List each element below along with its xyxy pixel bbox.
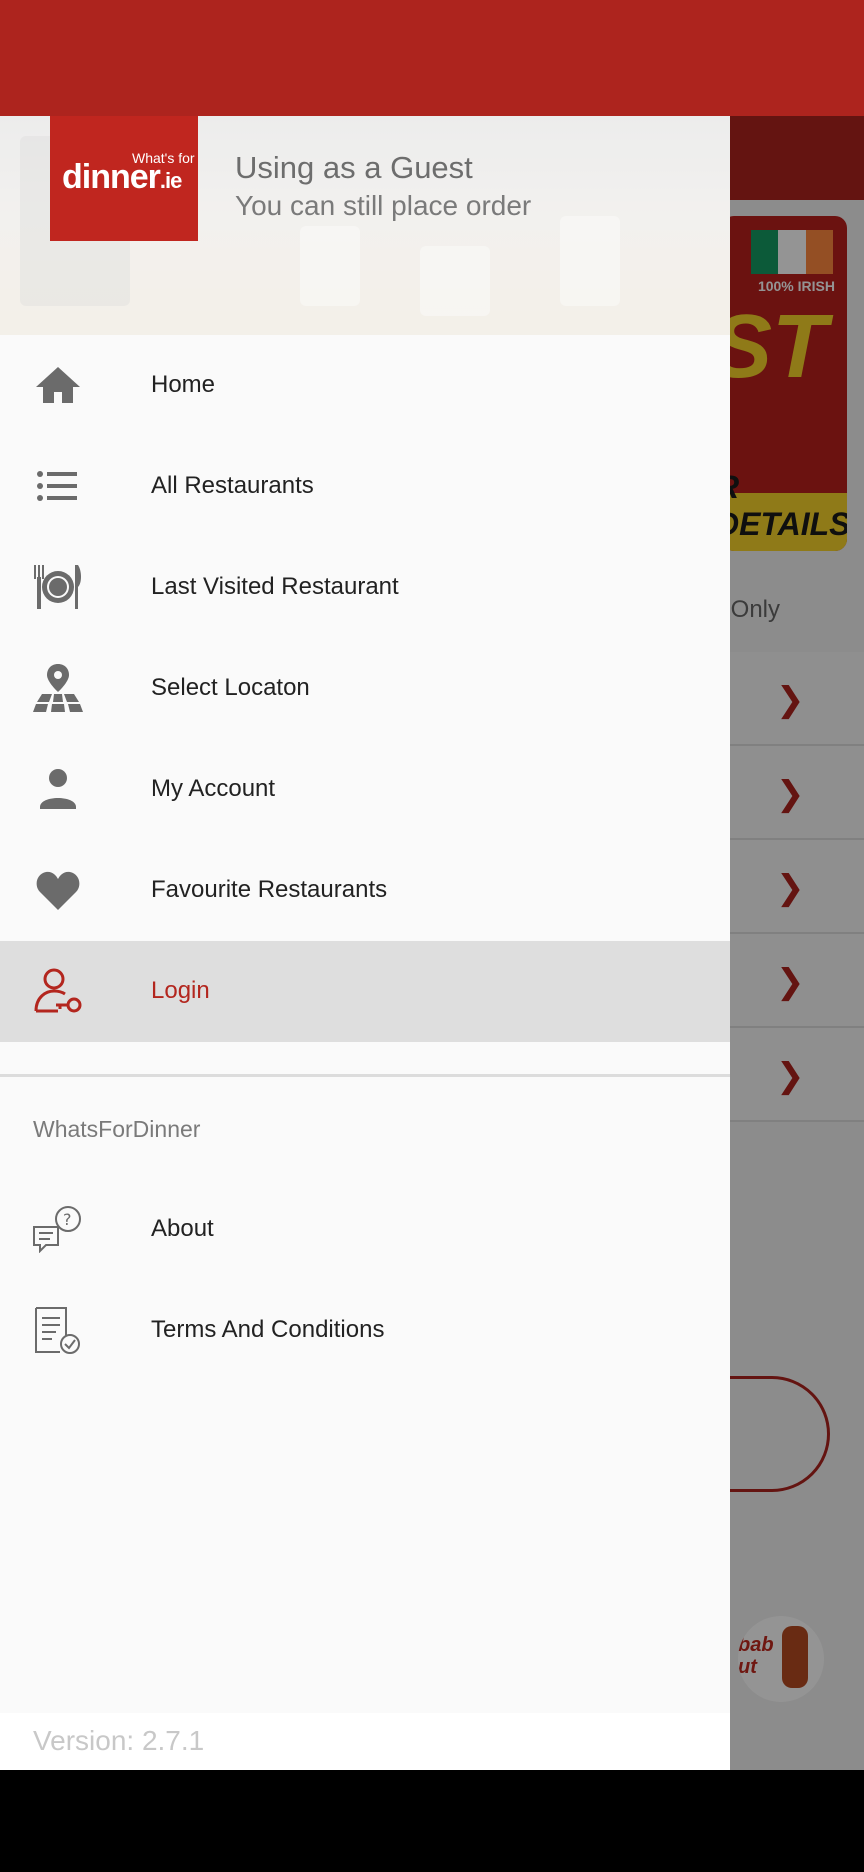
menu-item-label: Select Locaton <box>151 674 310 701</box>
status-bar <box>0 0 864 116</box>
menu-item-home[interactable]: Home <box>0 335 730 436</box>
menu-item-label: Last Visited Restaurant <box>151 573 399 600</box>
menu-item-label: Login <box>151 977 210 1004</box>
map-pin-icon <box>33 664 83 712</box>
drawer-header: What's for dinner.ie Using as a Guest Yo… <box>0 116 730 335</box>
drawer-menu: Home All Restaurants Last Visited Restau… <box>0 335 730 1042</box>
logo-main-text: dinner.ie <box>62 158 182 196</box>
version-footer: Version: 2.7.1 <box>0 1713 730 1770</box>
system-navigation-bar <box>0 1770 864 1872</box>
drawer-secondary-menu: ? About Terms And Conditions <box>0 1179 730 1381</box>
menu-item-favourite-restaurants[interactable]: Favourite Restaurants <box>0 840 730 941</box>
version-text: Version: 2.7.1 <box>33 1725 205 1756</box>
chat-question-icon: ? <box>33 1206 81 1253</box>
person-icon <box>40 769 76 809</box>
menu-item-label: Home <box>151 371 216 398</box>
menu-item-last-visited[interactable]: Last Visited Restaurant <box>0 537 730 638</box>
menu-item-label: Favourite Restaurants <box>151 876 388 903</box>
menu-item-select-location[interactable]: Select Locaton <box>0 638 730 739</box>
heart-icon <box>36 871 80 910</box>
guest-subtitle: You can still place order <box>235 190 532 221</box>
app-logo: What's for dinner.ie <box>50 116 198 241</box>
list-icon <box>37 471 77 501</box>
menu-item-label: My Account <box>151 775 276 802</box>
document-check-icon <box>35 1307 80 1354</box>
guest-title: Using as a Guest <box>235 150 473 185</box>
home-icon <box>36 367 80 403</box>
menu-item-label: All Restaurants <box>151 472 314 499</box>
dining-plate-icon <box>34 565 81 609</box>
section-title: WhatsForDinner <box>33 1116 201 1142</box>
menu-item-terms[interactable]: Terms And Conditions <box>0 1280 730 1381</box>
menu-divider <box>0 1074 730 1077</box>
svg-text:?: ? <box>63 1210 72 1229</box>
menu-item-label: About <box>151 1215 214 1242</box>
menu-item-all-restaurants[interactable]: All Restaurants <box>0 436 730 537</box>
navigation-drawer: What's for dinner.ie Using as a Guest Yo… <box>0 116 730 1770</box>
menu-item-my-account[interactable]: My Account <box>0 739 730 840</box>
menu-item-login[interactable]: Login <box>0 941 730 1042</box>
user-key-icon <box>34 968 82 1013</box>
menu-item-about[interactable]: ? About <box>0 1179 730 1280</box>
menu-item-label: Terms And Conditions <box>151 1316 385 1343</box>
